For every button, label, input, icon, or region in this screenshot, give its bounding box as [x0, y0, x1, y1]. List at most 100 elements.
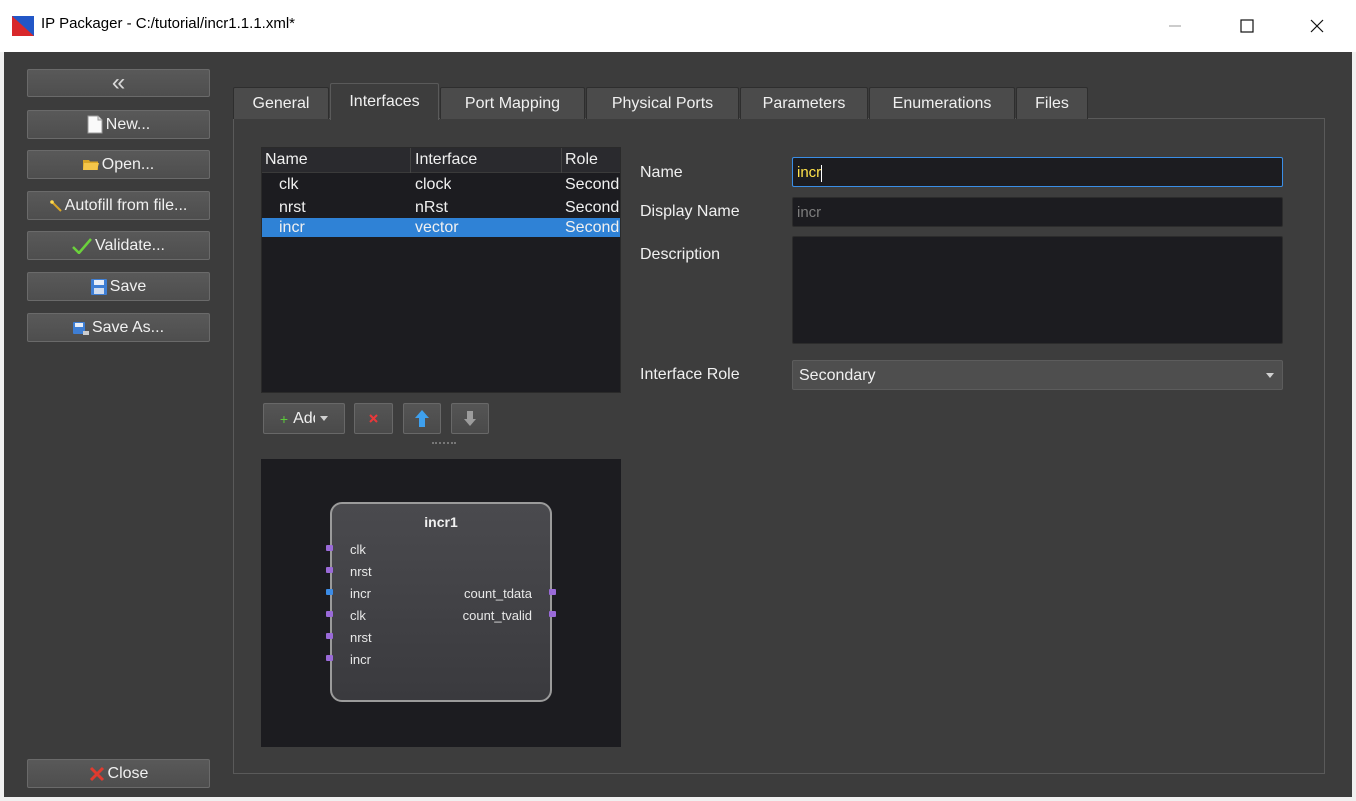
description-field[interactable]	[792, 236, 1283, 344]
close-button-label: Close	[107, 764, 149, 782]
chevron-down-icon	[1266, 373, 1274, 378]
close-button[interactable]: Close	[27, 759, 210, 788]
pin-marker	[326, 567, 333, 573]
name-field-value: incr	[797, 164, 822, 181]
column-separator[interactable]	[410, 148, 411, 173]
tab-general[interactable]: General	[233, 87, 329, 119]
pin-label: incr	[350, 652, 371, 667]
maximize-button[interactable]	[1224, 0, 1270, 52]
pin-label: nrst	[350, 564, 372, 579]
table-row[interactable]: nrst nRst Secondary	[262, 198, 620, 217]
cell-role: Secondary	[565, 176, 620, 193]
pin-label: count_tdata	[464, 586, 532, 601]
maximize-icon	[1240, 19, 1254, 33]
cell-interface: nRst	[415, 199, 448, 216]
column-header-name[interactable]: Name	[265, 151, 308, 169]
save-as-icon	[72, 320, 89, 336]
cell-interface: vector	[415, 219, 459, 236]
ip-symbol: incr1 clk nrst incr clk nrst incr count_…	[330, 502, 552, 702]
name-field[interactable]: incr	[792, 157, 1283, 187]
open-button[interactable]: Open...	[27, 150, 210, 179]
cell-role: Secondary	[565, 199, 620, 216]
cell-name: incr	[279, 219, 305, 236]
tab-enumerations[interactable]: Enumerations	[869, 87, 1015, 119]
cell-role: Secondary	[565, 219, 620, 236]
folder-icon	[82, 158, 99, 171]
table-row[interactable]: clk clock Secondary	[262, 175, 620, 194]
add-button-label: Add	[293, 409, 315, 427]
magic-wand-icon	[49, 199, 62, 212]
column-header-interface[interactable]: Interface	[415, 151, 477, 169]
delete-interface-button[interactable]	[354, 403, 393, 434]
interface-role-label: Interface Role	[640, 366, 740, 383]
text-cursor	[821, 164, 823, 182]
splitter-handle[interactable]	[432, 442, 456, 446]
name-label: Name	[640, 164, 683, 181]
interface-list[interactable]: Name Interface Role clk clock Secondary …	[261, 147, 621, 393]
autofill-button-label: Autofill from file...	[64, 196, 188, 214]
save-as-button-label: Save As...	[91, 318, 165, 336]
new-file-icon	[87, 115, 103, 134]
new-button-label: New...	[105, 115, 151, 133]
tab-physical-ports[interactable]: Physical Ports	[586, 87, 739, 119]
tab-label: Files	[1035, 94, 1069, 112]
tab-label: Enumerations	[892, 94, 992, 112]
cell-interface: clock	[415, 176, 452, 193]
pin-marker	[549, 611, 556, 617]
tab-label: Physical Ports	[611, 94, 714, 112]
pin-marker	[326, 633, 333, 639]
window-title: IP Packager - C:/tutorial/incr1.1.1.xml*	[41, 15, 295, 32]
close-x-icon	[89, 766, 105, 782]
add-icon: +	[279, 410, 289, 427]
collapse-sidebar-button[interactable]: «	[27, 69, 210, 97]
pin-label: incr	[350, 586, 371, 601]
pin-label: count_tvalid	[462, 608, 532, 623]
new-button[interactable]: New...	[27, 110, 210, 139]
tab-parameters[interactable]: Parameters	[740, 87, 868, 119]
validate-button[interactable]: Validate...	[27, 231, 210, 260]
cell-name: clk	[279, 176, 299, 193]
pin-label: nrst	[350, 630, 372, 645]
tab-label: Port Mapping	[464, 94, 561, 112]
tab-port-mapping[interactable]: Port Mapping	[440, 87, 585, 119]
title-bar: IP Packager - C:/tutorial/incr1.1.1.xml*	[0, 0, 1356, 52]
pin-marker	[326, 655, 333, 661]
save-as-button[interactable]: Save As...	[27, 313, 210, 342]
tab-files[interactable]: Files	[1016, 87, 1088, 119]
save-icon	[90, 278, 107, 295]
add-interface-button[interactable]: + Add	[263, 403, 345, 434]
column-header-role[interactable]: Role	[565, 151, 598, 169]
display-name-label: Display Name	[640, 203, 740, 220]
window-border-bottom	[0, 797, 1356, 801]
window-border-right	[1352, 52, 1356, 801]
description-label: Description	[640, 246, 721, 263]
pin-label: clk	[350, 608, 366, 623]
pin-marker	[326, 545, 333, 551]
move-down-icon	[464, 411, 476, 426]
close-window-button[interactable]	[1294, 0, 1340, 52]
tab-label: Interfaces	[349, 93, 420, 110]
window-border-left	[0, 52, 4, 801]
app-icon	[12, 16, 34, 36]
table-row-selected[interactable]: incr vector Secondary	[262, 218, 620, 237]
save-button[interactable]: Save	[27, 272, 210, 301]
tab-interfaces[interactable]: Interfaces	[330, 83, 439, 120]
interface-role-value: Secondary	[799, 367, 876, 384]
display-name-placeholder: incr	[797, 204, 822, 221]
move-up-icon	[415, 410, 429, 427]
minimize-button[interactable]	[1152, 0, 1198, 52]
validate-button-label: Validate...	[95, 236, 165, 254]
move-down-button[interactable]	[451, 403, 489, 434]
save-button-label: Save	[109, 277, 147, 295]
column-separator[interactable]	[561, 148, 562, 173]
double-chevron-left-icon: «	[111, 69, 126, 96]
close-icon	[1310, 19, 1324, 33]
tab-label: Parameters	[762, 94, 846, 112]
minimize-icon	[1169, 25, 1181, 27]
pin-marker	[326, 611, 333, 617]
tab-label: General	[252, 94, 310, 112]
interface-role-select[interactable]: Secondary	[792, 360, 1283, 390]
autofill-button[interactable]: Autofill from file...	[27, 191, 210, 220]
move-up-button[interactable]	[403, 403, 441, 434]
display-name-field[interactable]: incr	[792, 197, 1283, 227]
